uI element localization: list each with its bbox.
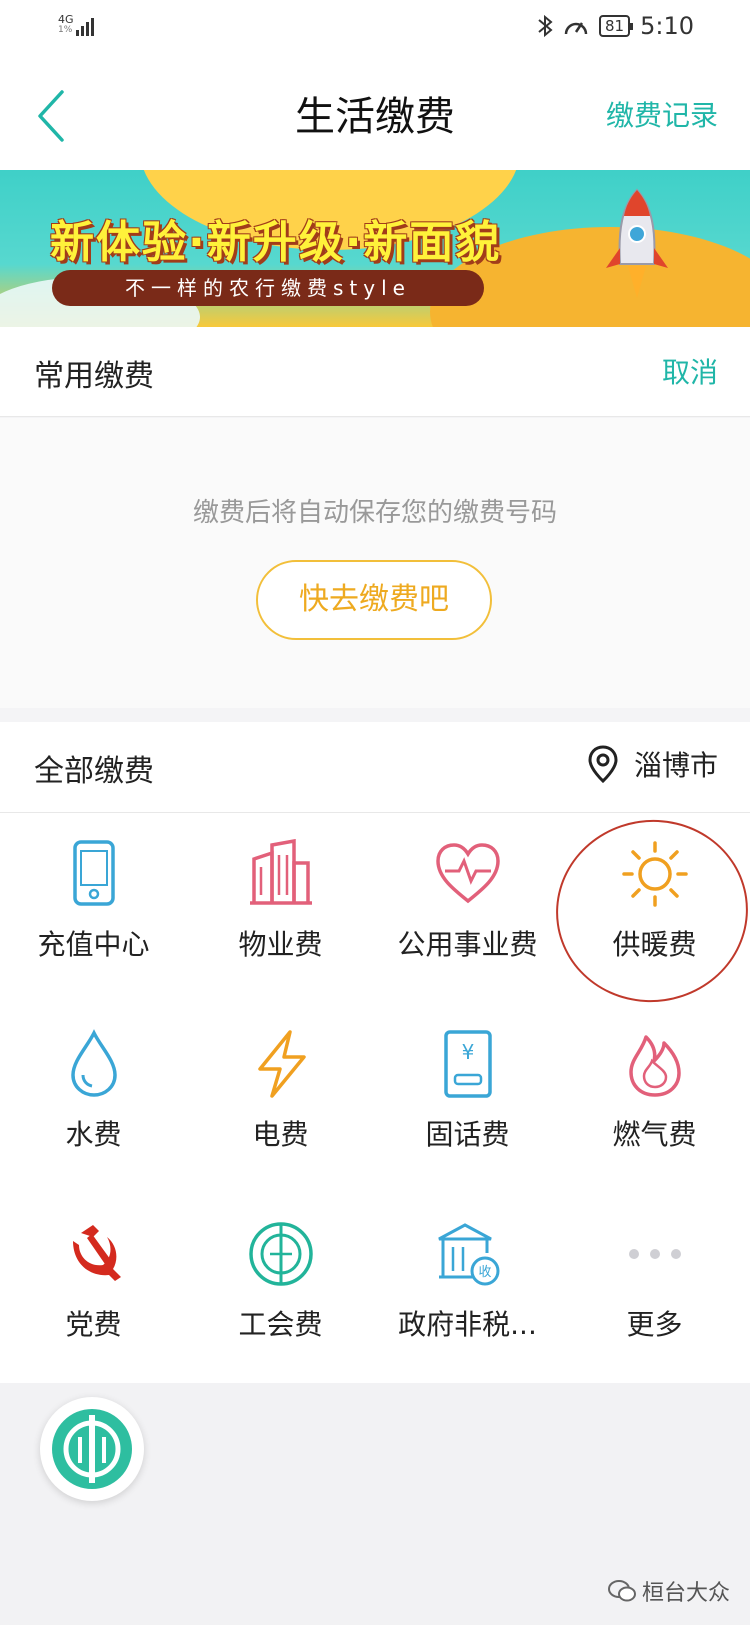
service-label: 党费 [65,1308,122,1341]
svg-text:¥: ¥ [461,1040,474,1064]
service-landline-fee[interactable]: ¥ 固话费 [374,1003,561,1193]
banner-headline: 新体验·新升级·新面貌 [50,217,502,268]
rocket-icon [606,188,668,298]
speed-meter-icon [564,22,588,35]
service-label: 燃气费 [612,1118,697,1151]
government-building-icon: 收 [437,1223,499,1286]
service-gas-fee[interactable]: 燃气费 [561,1003,748,1193]
phone-icon [72,840,115,906]
service-label: 电费 [252,1118,309,1151]
common-payments-title: 常用缴费 [34,359,154,394]
battery-indicator: 81 [599,15,634,37]
network-type: 4G [58,13,74,26]
source-watermark: 桓台大众 [607,1575,730,1607]
service-government-non-tax[interactable]: 收 政府非税... [374,1193,561,1383]
service-public-utilities[interactable]: 公用事业费 [374,813,561,1003]
common-payments-header: 常用缴费 取消 [0,327,750,417]
abc-bank-logo-icon [52,1409,132,1489]
watermark-text: 桓台大众 [641,1581,730,1606]
service-party-fee[interactable]: 党费 [0,1193,187,1383]
signal-bars-icon [76,18,94,36]
water-drop-icon [70,1029,117,1097]
heart-pulse-icon [435,843,500,904]
banner-subline: 不一样的农行缴费style [52,270,484,306]
empty-hint: 缴费后将自动保存您的缴费号码 [192,498,557,528]
service-label: 固话费 [425,1118,510,1151]
location-pin-icon [588,745,618,783]
landline-icon: ¥ [443,1030,492,1098]
payment-record-link[interactable]: 缴费记录 [606,94,718,134]
service-label: 政府非税... [398,1308,537,1341]
bluetooth-icon [538,14,553,38]
service-electricity-fee[interactable]: 电费 [187,1003,374,1193]
service-label: 更多 [626,1308,683,1341]
promo-banner[interactable]: 新体验·新升级·新面貌 不一样的农行缴费style [0,170,750,327]
union-emblem-icon [248,1222,313,1286]
clock: 5:10 [640,12,694,40]
signal-indicator: 4G 1% [58,14,94,36]
flame-icon [628,1035,681,1097]
service-label: 工会费 [238,1308,323,1341]
service-label: 公用事业费 [397,928,538,961]
pay-now-button[interactable]: 快去缴费吧 [256,560,492,640]
service-label: 充值中心 [37,928,150,961]
hammer-sickle-icon [72,1225,121,1281]
city-name: 淄博市 [633,749,718,782]
lightning-icon [257,1030,306,1098]
svg-text:收: 收 [478,1265,491,1280]
service-water-fee[interactable]: 水费 [0,1003,187,1193]
navigation-bar: 生活缴费 缴费记录 [0,58,750,170]
service-property-fee[interactable]: 物业费 [187,813,374,1003]
city-selector[interactable]: 淄博市 [588,744,718,784]
service-more[interactable]: 更多 [561,1193,748,1383]
status-bar: 4G 1% 81 5:10 [0,0,750,58]
building-icon [249,839,312,905]
wechat-icon [607,1580,636,1602]
service-union-fee[interactable]: 工会费 [187,1193,374,1383]
service-recharge-center[interactable]: 充值中心 [0,813,187,1003]
abc-bank-floating-button[interactable] [40,1397,144,1501]
all-payments-header: 全部缴费 淄博市 [0,722,750,813]
more-dots-icon [628,1249,681,1259]
service-label: 水费 [65,1118,122,1151]
all-payments-title: 全部缴费 [34,754,154,789]
cancel-button[interactable]: 取消 [662,351,718,391]
network-sub: 1% [58,25,73,35]
service-label: 物业费 [238,928,323,961]
common-payments-empty-state: 缴费后将自动保存您的缴费号码 快去缴费吧 [0,418,750,708]
